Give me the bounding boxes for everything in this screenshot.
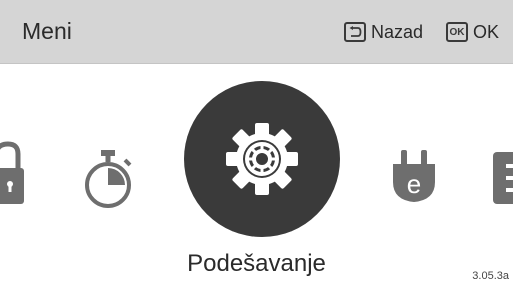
menu-item-timer[interactable] [80,148,136,215]
page-title: Meni [22,18,72,44]
back-label: Nazad [371,21,424,42]
energy-glyph: e [407,169,421,199]
selected-item-label: Podešavanje [187,250,326,277]
partial-icon [493,152,513,204]
ok-button[interactable]: OK OK [446,20,499,44]
back-button[interactable]: Nazad [344,20,423,44]
menu-item-next[interactable] [490,150,513,211]
back-icon [344,22,366,42]
energy-plug-icon: e [393,150,435,202]
header-bar: Meni Nazad OK OK [0,0,513,64]
menu-item-settings[interactable] [184,81,340,237]
screen-code: 3.05.3a [472,270,509,282]
ok-key-text: OK [449,26,465,38]
menu-item-lock[interactable] [0,140,24,211]
ok-key-icon: OK [446,22,468,42]
timer-icon [85,150,132,208]
gear-icon [226,123,298,195]
ok-label: OK [473,21,500,42]
menu-item-energy[interactable]: e [389,150,439,211]
lock-icon [0,141,24,204]
